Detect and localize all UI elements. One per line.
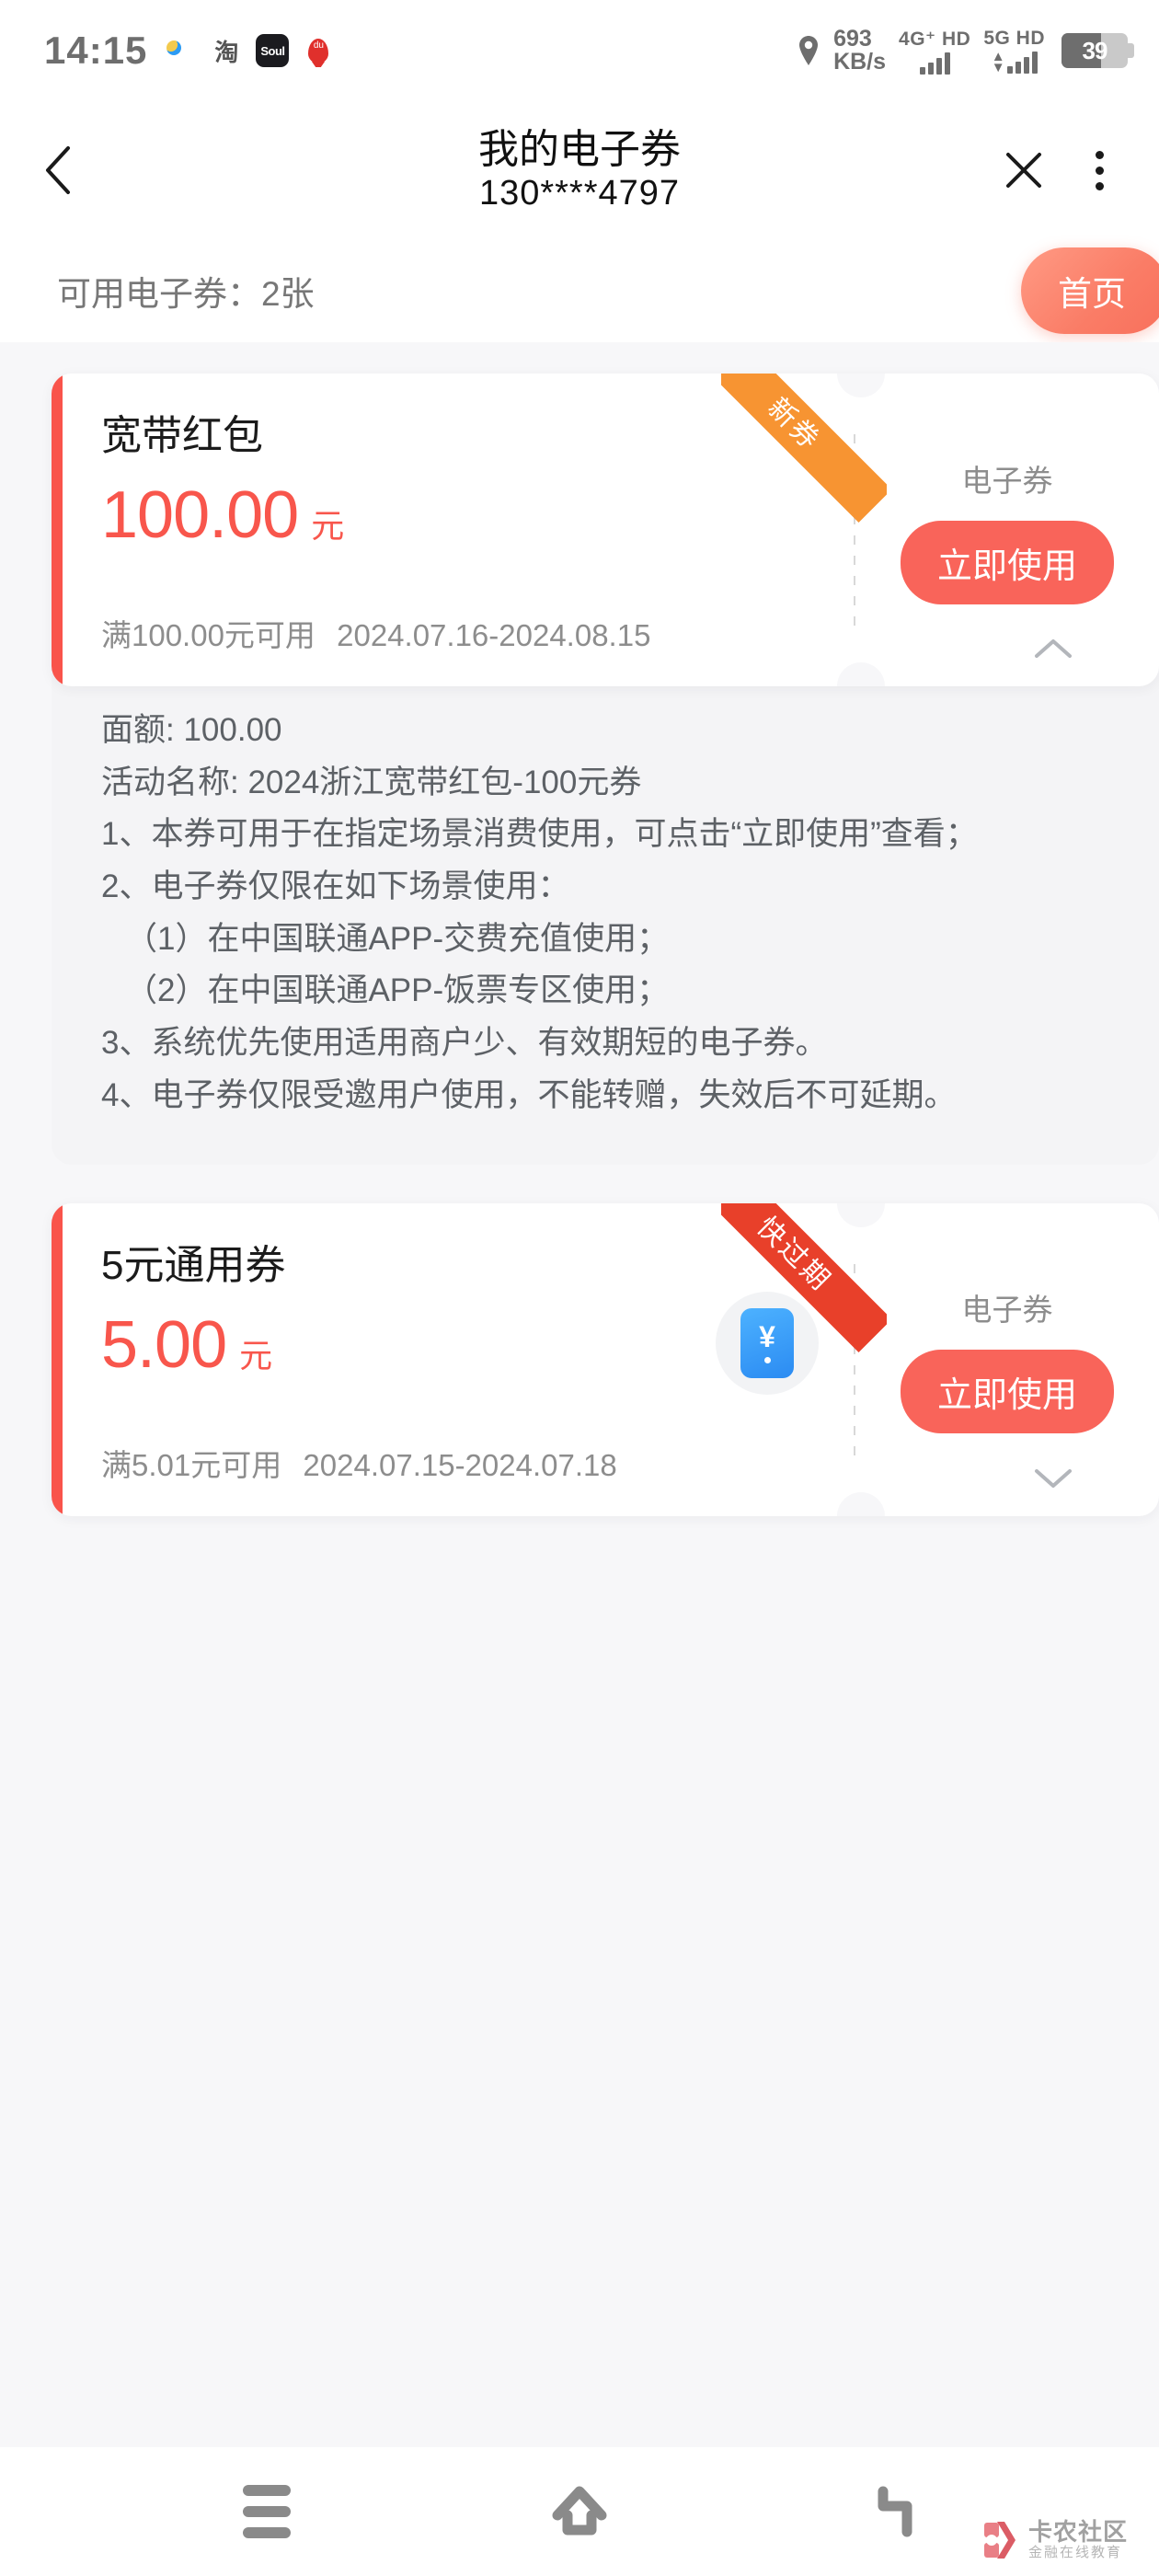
- status-time: 14:15: [44, 29, 148, 72]
- signal-group-sim1: 4G⁺ HD: [899, 28, 970, 75]
- network-speed-unit: KB/s: [833, 49, 887, 75]
- coupon-amount: 5.00: [101, 1307, 227, 1382]
- coupon-details-panel: 面额: 100.00 活动名称: 2024浙江宽带红包-100元券 1、本券可用…: [52, 673, 1159, 1165]
- coupon-brand-badge: ¥: [716, 1291, 819, 1395]
- chevron-up-icon: [1035, 639, 1072, 658]
- coupon-amount: 100.00: [101, 478, 299, 553]
- more-vertical-icon-dot: [1096, 181, 1104, 190]
- coupon-validity: 2024.07.16-2024.08.15: [337, 618, 651, 652]
- coupon-currency-unit: 元: [239, 1336, 273, 1374]
- video-app-icon: [164, 34, 198, 67]
- sim1-network-label: 4G⁺ HD: [899, 28, 971, 50]
- status-bar-right: 693 KB/s 4G⁺ HD 5G HD ▲ ▼ 39: [797, 25, 1134, 75]
- close-button[interactable]: [1002, 148, 1046, 192]
- notification-tray-icons: 淘 Soul du: [164, 34, 336, 67]
- coupon-detail-line: 4、电子券仅限受邀用户使用，不能转赠，失效后不可延期。: [101, 1076, 957, 1113]
- sim2-signal-bars-icon: [1006, 52, 1038, 75]
- coupon-title: 5元通用券: [101, 1242, 286, 1288]
- coupon-action-area: 电子券 立即使用: [855, 374, 1159, 686]
- coupon-collapse-toggle[interactable]: [1032, 635, 1074, 662]
- map-pin-glyph: du: [308, 38, 329, 63]
- soul-icon: Soul: [256, 34, 290, 67]
- coupon-amount-row: 100.00 元: [101, 482, 854, 548]
- coupon-threshold: 满5.01元可用: [101, 1447, 282, 1482]
- sim1-signal-bars-icon: [919, 52, 950, 75]
- back-button[interactable]: [42, 133, 110, 207]
- coupon-detail-line: 1、本券可用于在指定场景消费使用，可点击“立即使用”查看；: [101, 816, 978, 853]
- battery-icon: 39: [1061, 33, 1134, 68]
- close-icon: [1006, 153, 1041, 188]
- home-button[interactable]: 首页: [1021, 247, 1159, 334]
- coupon-threshold: 满100.00元可用: [101, 618, 316, 652]
- coupon-main-info: 宽带红包 100.00 元 满100.00元可用 2024.07.16-2024…: [63, 374, 854, 686]
- coupon-list[interactable]: 宽带红包 100.00 元 满100.00元可用 2024.07.16-2024…: [0, 342, 1159, 2447]
- coupon-meta: 满5.01元可用 2024.07.15-2024.07.18: [101, 1441, 617, 1485]
- page-title: 我的电子券: [478, 127, 681, 173]
- yuan-icon-dot: [763, 1357, 771, 1363]
- page-header: 我的电子券 130****4797: [0, 101, 1159, 239]
- data-transfer-arrows-icon: ▲ ▼: [991, 48, 1005, 75]
- use-coupon-button[interactable]: 立即使用: [900, 1350, 1114, 1433]
- community-watermark: 卡农社区 金融在线教育: [981, 2519, 1128, 2561]
- coupon-accent-bar: [52, 374, 63, 686]
- more-vertical-icon-dot: [1096, 150, 1104, 159]
- available-coupons-count: 可用电子券：2张: [57, 275, 315, 313]
- signal-group-sim2: 5G HD ▲ ▼: [983, 28, 1045, 75]
- watermark-tagline: 金融在线教育: [1027, 2545, 1122, 2561]
- coupon-detail-line: 面额: 100.00: [101, 712, 282, 748]
- home-icon: [552, 2486, 607, 2536]
- back-nav-button[interactable]: [842, 2475, 943, 2548]
- coupon-accent-bar: [52, 1202, 63, 1516]
- status-bar: 14:15 淘 Soul du 693 KB/s 4G⁺ HD 5G HD ▲ …: [0, 0, 1159, 101]
- page-subtitle-phone: 130****4797: [478, 174, 681, 213]
- coupon-detail-line: （1）在中国联通APP-交费充值使用；: [125, 920, 670, 957]
- available-coupons-bar: 可用电子券：2张 首页: [0, 239, 1159, 342]
- recents-button[interactable]: [216, 2475, 317, 2548]
- coupon-detail-line: 活动名称: 2024浙江宽带红包-100元券: [101, 764, 642, 800]
- location-icon: [797, 35, 820, 66]
- coupon-action-area: 电子券 立即使用: [855, 1203, 1159, 1516]
- coupon-detail-line: 3、系统优先使用适用商户少、有效期短的电子券。: [101, 1025, 828, 1062]
- sim2-network-label: 5G HD: [983, 27, 1045, 49]
- battery-level: 39: [1082, 36, 1108, 64]
- menu-bars-icon: [243, 2485, 291, 2538]
- coupon-currency-unit: 元: [311, 507, 345, 546]
- coupon-card[interactable]: 宽带红包 100.00 元 满100.00元可用 2024.07.16-2024…: [52, 374, 1159, 686]
- system-navigation-bar: 卡农社区 金融在线教育: [0, 2447, 1159, 2576]
- use-coupon-button[interactable]: 立即使用: [900, 520, 1114, 604]
- chevron-left-icon: [46, 146, 70, 194]
- back-arrow-icon: [878, 2486, 912, 2537]
- coupon-detail-line: （2）在中国联通APP-饭票专区使用；: [125, 972, 670, 1009]
- home-nav-button[interactable]: [529, 2475, 630, 2548]
- coupon-meta: 满100.00元可用 2024.07.16-2024.08.15: [101, 611, 650, 655]
- network-speed: 693 KB/s: [833, 25, 887, 75]
- status-bar-left: 14:15 淘 Soul du: [44, 29, 336, 73]
- watermark-name: 卡农社区: [1027, 2518, 1128, 2547]
- chevron-down-icon: [1035, 1468, 1072, 1488]
- yuan-symbol: ¥: [759, 1320, 775, 1353]
- coupon-detail-line: 2、电子券仅限在如下场景使用：: [101, 868, 570, 905]
- header-titles: 我的电子券 130****4797: [0, 126, 1159, 214]
- kanong-logo-icon: [981, 2519, 1021, 2561]
- header-actions: [1002, 144, 1117, 198]
- network-speed-value: 693: [833, 25, 872, 52]
- coupon-block: 5元通用券 5.00 元 满5.01元可用 2024.07.15-2024.07…: [52, 1202, 1159, 1516]
- yuan-payment-icon: ¥: [740, 1307, 794, 1378]
- coupon-type-label: 电子券: [961, 1293, 1053, 1327]
- coupon-title: 宽带红包: [101, 413, 263, 458]
- taobao-icon: 淘: [214, 38, 239, 66]
- coupon-type-label: 电子券: [961, 463, 1053, 498]
- coupon-validity: 2024.07.15-2024.07.18: [303, 1447, 617, 1482]
- watermark-text: 卡农社区 金融在线教育: [1028, 2519, 1128, 2560]
- coupon-expand-toggle[interactable]: [1032, 1465, 1074, 1492]
- app-screen: 14:15 淘 Soul du 693 KB/s 4G⁺ HD 5G HD ▲ …: [0, 0, 1159, 2576]
- baidu-map-icon: du: [302, 34, 336, 67]
- coupon-card[interactable]: 5元通用券 5.00 元 满5.01元可用 2024.07.15-2024.07…: [52, 1202, 1159, 1516]
- more-options-button[interactable]: [1083, 144, 1117, 198]
- coupon-block: 宽带红包 100.00 元 满100.00元可用 2024.07.16-2024…: [52, 374, 1159, 1165]
- more-vertical-icon-dot: [1096, 166, 1104, 175]
